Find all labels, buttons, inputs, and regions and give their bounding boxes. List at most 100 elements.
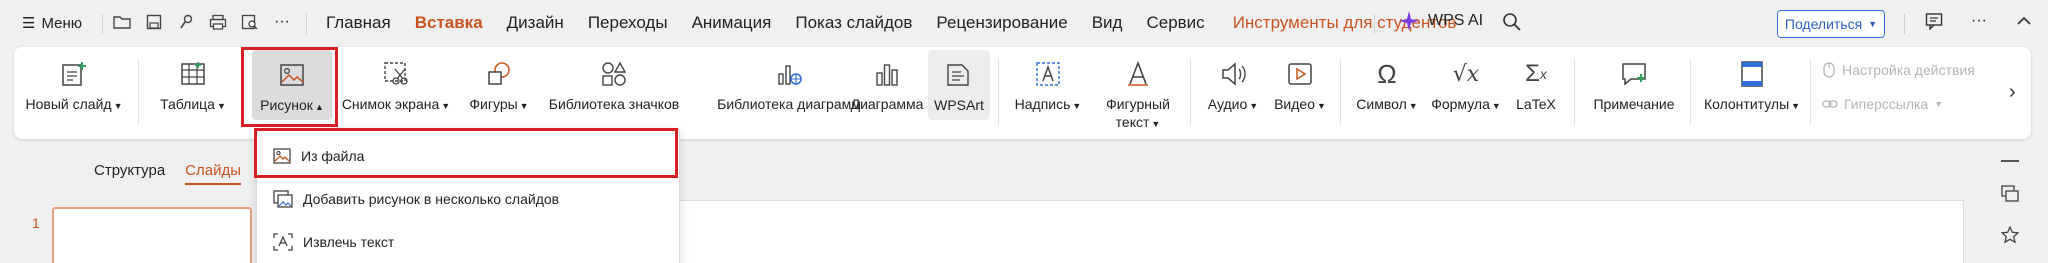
format-painter-icon[interactable]: [176, 12, 196, 32]
tab-outline[interactable]: Структура: [94, 162, 165, 185]
bar-chart-icon: [872, 59, 902, 89]
new-slide-button[interactable]: Новый слайд ▼: [25, 47, 123, 139]
formula-label: Формула: [1431, 96, 1490, 112]
wordart-label-line1: Фигурный: [1106, 96, 1170, 112]
chevron-down-icon: ▼: [1791, 101, 1801, 111]
main-menu-label: Меню: [41, 14, 82, 32]
chevron-down-icon: ▼: [1072, 101, 1082, 111]
header-footer-button[interactable]: Колонтитулы ▼: [1700, 47, 1804, 139]
print-icon[interactable]: [208, 12, 228, 32]
symbol-button[interactable]: Ω Символ ▼: [1350, 47, 1424, 139]
wps-ai-button[interactable]: WPS AI: [1398, 10, 1483, 32]
ribbon-scroll-right-icon[interactable]: ›: [2009, 81, 2016, 104]
comment-button[interactable]: Примечание: [1586, 47, 1682, 139]
chevron-down-icon: ▼: [1316, 101, 1326, 111]
ribbon-tabs: Главная Вставка Дизайн Переходы Анимация…: [326, 0, 1480, 46]
screenshot-label: Снимок экрана: [341, 96, 440, 112]
tab-review[interactable]: Рецензирование: [936, 0, 1067, 46]
chevron-down-icon: ▼: [1491, 101, 1501, 111]
hyperlink-button[interactable]: Гиперссылка ▼: [1822, 93, 1975, 115]
chart-label: Диаграмма: [850, 96, 924, 112]
open-folder-icon[interactable]: [112, 12, 132, 32]
link-actions-group: Настройка действия Гиперссылка ▼: [1822, 59, 1975, 127]
action-settings-button[interactable]: Настройка действия: [1822, 59, 1975, 81]
chevron-down-icon: ▼: [441, 101, 451, 111]
tab-home[interactable]: Главная: [326, 0, 391, 46]
chevron-down-icon: ▼: [1408, 101, 1418, 111]
link-icon: [1822, 96, 1838, 112]
speaker-icon: [1218, 59, 1248, 89]
divider: [1190, 59, 1191, 125]
icon-library-icon: [599, 59, 629, 89]
more-options-icon[interactable]: ···: [1971, 12, 1987, 30]
save-icon[interactable]: [144, 12, 164, 32]
screenshot-icon: [381, 59, 411, 89]
header-footer-label: Колонтитулы: [1703, 96, 1790, 112]
divider: [1810, 59, 1811, 125]
screenshot-button[interactable]: Снимок экрана ▼: [340, 47, 452, 139]
minus-icon[interactable]: [2001, 160, 2019, 162]
slides-icon[interactable]: [2000, 184, 2020, 204]
share-button[interactable]: Поделиться ▼: [1777, 10, 1885, 38]
chevron-down-icon: ▼: [216, 101, 226, 111]
tab-transitions[interactable]: Переходы: [588, 0, 668, 46]
sigma-icon: Σx: [1525, 60, 1547, 87]
divider: [1340, 59, 1341, 125]
chart-button[interactable]: Диаграмма: [844, 47, 930, 139]
wps-ai-label: WPS AI: [1428, 12, 1484, 29]
chevron-down-icon: ▼: [1934, 99, 1944, 109]
chevron-down-icon: ▼: [113, 101, 123, 111]
tab-tools[interactable]: Сервис: [1146, 0, 1204, 46]
table-button[interactable]: Таблица ▼: [152, 47, 234, 139]
wpsart-icon: [944, 60, 974, 90]
right-sidebar: [2000, 160, 2020, 244]
comment-icon[interactable]: [1925, 12, 1943, 30]
tab-animation[interactable]: Анимация: [692, 0, 772, 46]
wordart-button[interactable]: Фигурный текст ▼: [1096, 47, 1180, 139]
video-icon: [1285, 59, 1315, 89]
divider: [102, 14, 103, 34]
picture-button-highlight: [241, 47, 338, 127]
formula-button[interactable]: √x Формула ▼: [1426, 47, 1506, 139]
new-slide-label: Новый слайд: [25, 96, 112, 112]
divider: [138, 59, 139, 125]
chevron-down-icon: ▼: [519, 101, 529, 111]
latex-label: LaTeX: [1516, 96, 1556, 112]
tab-design[interactable]: Дизайн: [507, 0, 564, 46]
wpsart-button[interactable]: WPSArt: [928, 50, 990, 120]
print-preview-icon[interactable]: [240, 12, 260, 32]
new-slide-icon: [59, 59, 89, 89]
chevron-down-icon: ▼: [1868, 19, 1878, 29]
wordart-icon: [1123, 59, 1153, 89]
tab-slideshow[interactable]: Показ слайдов: [795, 0, 912, 46]
tab-insert[interactable]: Вставка: [415, 0, 483, 46]
tab-view[interactable]: Вид: [1092, 0, 1123, 46]
shapes-button[interactable]: Фигуры ▼: [464, 47, 534, 139]
chart-library-icon: [774, 59, 804, 89]
icon-library-button[interactable]: Библиотека значков: [542, 47, 686, 139]
formula-icon: √x: [1452, 61, 1480, 87]
slide-thumbnail[interactable]: [52, 207, 252, 263]
more-icon[interactable]: ···: [272, 12, 292, 32]
menu-item-add-to-multiple-slides[interactable]: Добавить рисунок в несколько слайдов: [273, 184, 559, 214]
divider: [1574, 59, 1575, 125]
top-right-toolbar: ···: [1925, 12, 2033, 30]
quick-access-toolbar: ···: [112, 12, 292, 32]
menu-bar: ☰ Меню ··· Главная Вставка Дизайн Перехо…: [0, 0, 2048, 46]
menu-item-extract-text[interactable]: Извлечь текст: [273, 227, 394, 257]
wpsart-label: WPSArt: [934, 97, 984, 113]
extract-text-icon: [273, 233, 293, 251]
textbox-button[interactable]: Надпись ▼: [1010, 47, 1086, 139]
main-menu-button[interactable]: ☰ Меню: [22, 14, 82, 33]
omega-icon: Ω: [1377, 58, 1397, 89]
tab-slides[interactable]: Слайды: [185, 162, 242, 185]
audio-button[interactable]: Аудио ▼: [1202, 47, 1264, 139]
mouse-pointer-icon: [1822, 62, 1836, 78]
star-icon[interactable]: [2001, 226, 2019, 244]
chevron-down-icon: ▼: [1249, 101, 1259, 111]
video-button[interactable]: Видео ▼: [1268, 47, 1332, 139]
chevron-down-icon: ▼: [1151, 119, 1161, 129]
collapse-ribbon-icon[interactable]: [2015, 12, 2033, 30]
latex-button[interactable]: Σx LaTeX: [1508, 47, 1564, 139]
search-icon[interactable]: [1502, 12, 1522, 32]
